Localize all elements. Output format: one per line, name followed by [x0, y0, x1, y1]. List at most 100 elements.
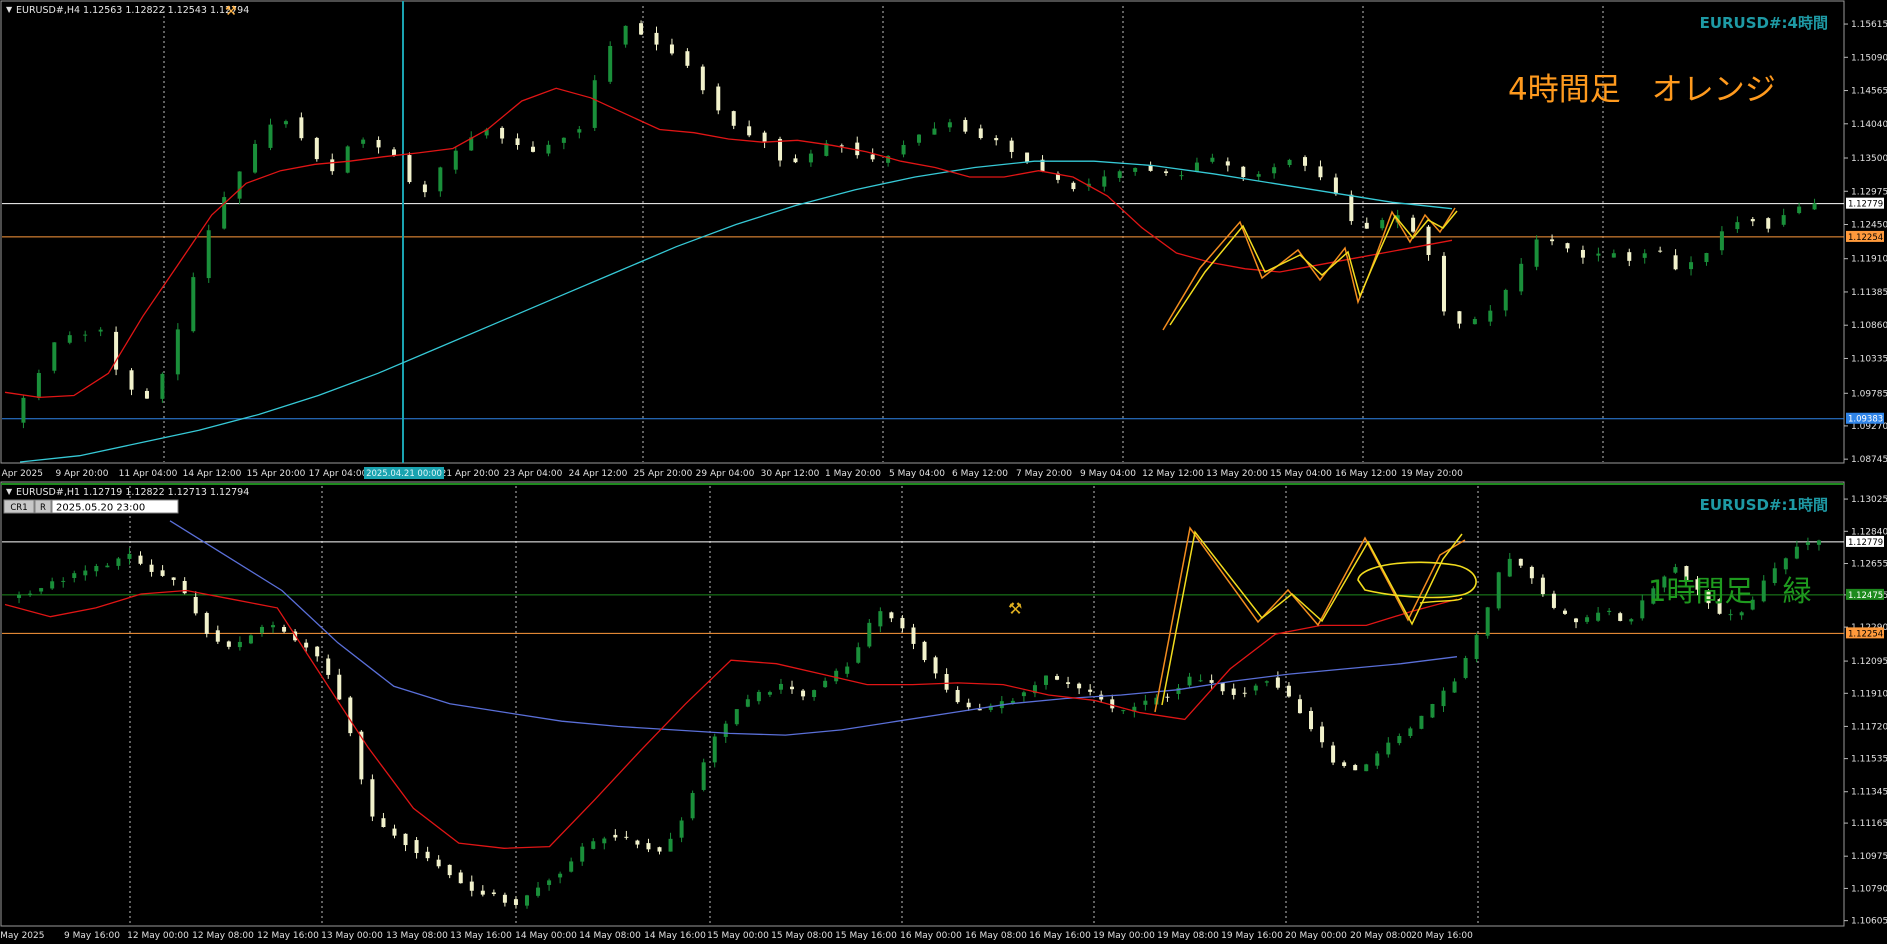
candle-body	[271, 625, 276, 628]
candle-body	[1009, 140, 1014, 152]
candle-body	[94, 566, 99, 572]
h1-collapse-icon[interactable]: ▼	[6, 487, 13, 496]
candle-body	[690, 793, 695, 819]
candle-body	[1231, 688, 1236, 695]
candle-body	[61, 580, 66, 582]
h1-toolbar[interactable]: CR1 R 2025.05.20 23:00	[3, 499, 179, 514]
candle-body	[933, 657, 938, 674]
candle-body	[1689, 262, 1694, 270]
candle-body	[889, 612, 894, 619]
candle-body	[1380, 220, 1385, 229]
candle-body	[1596, 612, 1601, 621]
candle-body	[1287, 159, 1292, 166]
candle-body	[1021, 692, 1026, 697]
candle-body	[1066, 682, 1071, 684]
candle-body	[50, 581, 55, 589]
candle-body	[1562, 610, 1567, 614]
candle-body	[1627, 252, 1632, 261]
candle-body	[315, 646, 320, 657]
candle-body	[1529, 566, 1534, 579]
candle-body	[1397, 736, 1402, 744]
time-tick-label: 15 May 16:00	[835, 931, 897, 941]
trading-chart-window[interactable]: 1.15615 1.15090 1.14565 1.14040 1.13500 1.129…	[0, 0, 1887, 944]
candle-body	[149, 564, 154, 572]
candle-body	[1364, 764, 1369, 772]
h1-time-axis[interactable]: 9 May 20259 May 16:0012 May 00:0012 May …	[0, 931, 1473, 941]
time-tick-label: 15 May 04:00	[1270, 469, 1332, 479]
time-tick-label: 16 May 16:00	[1029, 931, 1091, 941]
candle-body	[823, 680, 828, 688]
price-tick-label: 1.13500	[1851, 154, 1887, 164]
h4-price-axis[interactable]: 1.15615 1.15090 1.14565 1.14040 1.13500 1.129…	[1844, 20, 1887, 465]
candle-body	[716, 86, 721, 111]
candle-body	[407, 155, 412, 183]
candle-body	[1198, 680, 1203, 682]
price-tick-label: 1.10335	[1851, 354, 1887, 364]
time-tick-label: 19 May 08:00	[1157, 931, 1219, 941]
candle-body	[1102, 176, 1107, 187]
candle-body	[569, 861, 574, 872]
candle-body	[1342, 762, 1347, 766]
candle-body	[1607, 610, 1612, 612]
candle-body	[1077, 683, 1082, 689]
candle-body	[171, 577, 176, 580]
candle-body	[1488, 310, 1493, 322]
candle-body	[1766, 218, 1771, 229]
candle-body	[546, 144, 551, 154]
candle-body	[580, 846, 585, 862]
time-tick-label: 19 May 20:00	[1401, 469, 1463, 479]
candle-body	[28, 593, 33, 595]
candle-body	[1474, 635, 1479, 659]
candle-body	[1099, 694, 1104, 700]
candle-body	[314, 137, 319, 160]
candle-body	[1025, 152, 1030, 163]
candle-body	[491, 892, 496, 895]
candle-body	[1253, 685, 1258, 691]
candle-body	[330, 159, 335, 172]
candle-body	[994, 138, 999, 141]
candle-body	[206, 230, 211, 279]
candle-body	[283, 121, 288, 125]
candle-body	[901, 144, 906, 155]
candle-body	[1673, 567, 1678, 573]
candle-body	[1629, 619, 1634, 622]
trade-tool-icon[interactable]: ⚒	[1008, 599, 1022, 618]
price-tick-label: 1.12840	[1851, 527, 1887, 537]
candle-body	[1331, 745, 1336, 763]
price-tick-label: 1.15615	[1851, 20, 1887, 30]
price-tick-label: 1.12975	[1851, 187, 1887, 197]
time-tick-label: 29 Apr 04:00	[696, 469, 755, 479]
time-tick-label: 16 May 08:00	[965, 931, 1027, 941]
candle-body	[129, 370, 134, 390]
time-tick-label: 13 May 08:00	[386, 931, 448, 941]
candle-body	[547, 880, 552, 885]
h4-annotation-text: 4時間足 オレンジ	[1508, 72, 1776, 108]
candle-body	[668, 838, 673, 852]
cr1-button-label: CR1	[10, 503, 27, 513]
price-tick-label: 1.09785	[1851, 389, 1887, 399]
expert-advisor-icon[interactable]: ⚒	[225, 4, 237, 19]
candle-body	[480, 890, 485, 895]
candle-body	[712, 736, 717, 763]
candle-body	[613, 834, 618, 838]
candle-body	[1088, 689, 1093, 692]
candle-body	[1071, 182, 1076, 190]
h4-collapse-icon[interactable]: ▼	[6, 5, 13, 14]
candle-body	[72, 573, 77, 578]
h4-time-axis[interactable]: 8 Apr 2025 9 Apr 20:00 11 Apr 04:00 14 Apr …	[0, 467, 1463, 479]
candle-body	[237, 641, 242, 648]
candle-body	[381, 818, 386, 828]
candle-body	[734, 709, 739, 725]
candle-body	[947, 122, 952, 128]
candle-body	[767, 692, 772, 695]
candle-body	[623, 25, 628, 45]
time-tick-label: 24 Apr 12:00	[569, 469, 628, 479]
candle-body	[812, 690, 817, 698]
candle-body	[922, 641, 927, 661]
time-tick-label: 12 May 16:00	[257, 931, 319, 941]
time-tick-label: 12 May 08:00	[192, 931, 254, 941]
price-level-tag-label: 1.09383	[1848, 415, 1883, 425]
candle-body	[348, 697, 353, 734]
candle-body	[932, 128, 937, 135]
h1-symbol-label: EURUSD#:1時間	[1700, 496, 1828, 514]
